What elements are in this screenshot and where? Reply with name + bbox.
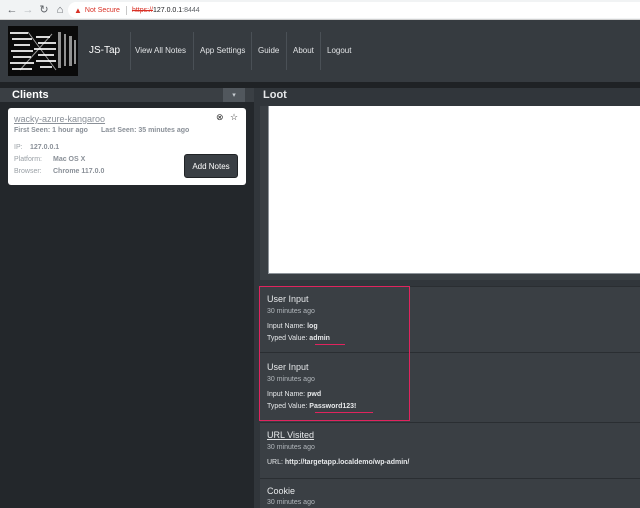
url-field: URL: http://targetapp.localdemo/wp-admin… <box>267 459 410 466</box>
nav-divider <box>320 32 321 70</box>
ip-value: 127.0.0.1 <box>30 144 60 151</box>
first-seen: First Seen: 1 hour ago <box>14 127 88 134</box>
loot-item-type-link[interactable]: URL Visited <box>267 430 314 440</box>
loot-item-time: 30 minutes ago <box>267 444 315 451</box>
brand-title[interactable]: JS-Tap <box>89 45 120 56</box>
warning-icon: ▲ <box>74 5 82 15</box>
nav-divider <box>130 32 131 70</box>
loot-item: URL Visited 30 minutes ago URL: http://t… <box>260 422 640 478</box>
loot-preview <box>268 106 640 274</box>
security-label[interactable]: Not Secure <box>85 7 120 14</box>
home-icon[interactable]: ⌂ <box>52 0 68 20</box>
url-scheme: https:// <box>131 6 153 14</box>
browser-label: Browser: <box>14 168 42 175</box>
js-tap-logo[interactable] <box>8 26 78 76</box>
clients-header: Clients ▾ <box>0 88 254 102</box>
nav-divider <box>193 32 194 70</box>
add-notes-button[interactable]: Add Notes <box>184 154 238 178</box>
close-circle-icon[interactable]: ⊗ <box>216 112 224 123</box>
browser-toolbar: ← → ↻ ⌂ ▲ Not Secure https:// 127.0.0.1 … <box>0 0 640 20</box>
nav-divider <box>286 32 287 70</box>
clients-title: Clients <box>12 89 49 101</box>
star-icon[interactable]: ☆ <box>230 112 238 123</box>
platform-label: Platform: <box>14 156 43 163</box>
ip-label: IP: <box>14 144 23 151</box>
loot-title: Loot <box>263 89 287 101</box>
nav-logout[interactable]: Logout <box>327 46 351 55</box>
loot-item-type: Cookie <box>267 486 296 496</box>
back-arrow-icon[interactable]: ← <box>4 0 20 20</box>
nav-guide[interactable]: Guide <box>258 46 279 55</box>
forward-arrow-icon[interactable]: → <box>20 0 36 20</box>
reload-icon[interactable]: ↻ <box>36 0 52 20</box>
highlight-annotation-box <box>259 286 410 421</box>
loot-item: Cookie 30 minutes ago <box>260 478 640 508</box>
nav-app-settings[interactable]: App Settings <box>200 46 245 55</box>
last-seen: Last Seen: 35 minutes ago <box>101 127 190 134</box>
nav-about[interactable]: About <box>293 46 314 55</box>
client-name-link[interactable]: wacky-azure-kangaroo <box>14 114 105 124</box>
nav-view-all-notes[interactable]: View All Notes <box>135 46 186 55</box>
collapse-button[interactable]: ▾ <box>223 88 245 102</box>
url-port: :8444 <box>182 6 200 14</box>
url-host: 127.0.0.1 <box>152 6 183 14</box>
url-divider <box>125 5 127 15</box>
app-navbar: JS-Tap View All Notes App Settings Guide… <box>0 20 640 82</box>
nav-divider <box>251 32 252 70</box>
loot-item-time: 30 minutes ago <box>267 499 315 506</box>
browser-value: Chrome 117.0.0 <box>53 168 105 175</box>
client-card[interactable]: wacky-azure-kangaroo ⊗ ☆ First Seen: 1 h… <box>8 108 246 185</box>
address-bar[interactable]: ▲ Not Secure https:// 127.0.0.1 :8444 <box>68 2 640 18</box>
platform-value: Mac OS X <box>53 156 86 163</box>
